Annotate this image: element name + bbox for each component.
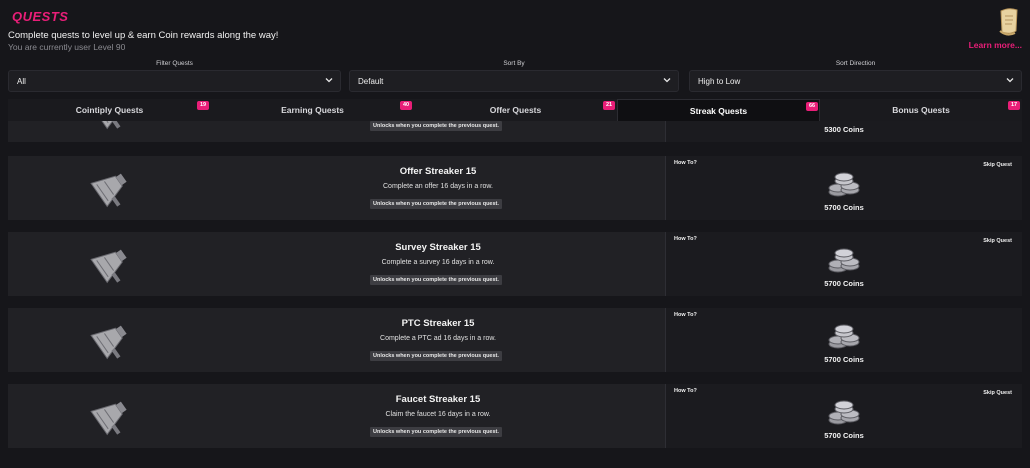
quest-title: PTC Streaker 15 [401,318,475,329]
sort-direction-select[interactable]: High to Low [689,70,1022,92]
quest-card: PTC Streaker 15 Complete a PTC ad 16 day… [8,308,1022,372]
sort-by-value: Default [358,77,384,86]
sort-by-select[interactable]: Default [349,70,679,92]
filter-quests-value: All [17,77,26,86]
user-level-text: You are currently user Level 90 [8,42,126,52]
tab-label: Streak Quests [689,106,748,116]
reward-amount: 5700 Coins [824,203,864,212]
quest-reward: 5300 Coins [666,121,1022,142]
coin-stack-icon [828,172,860,197]
page-subtitle: Complete quests to level up & earn Coin … [8,30,279,41]
locked-label: Unlocks when you complete the previous q… [370,427,502,437]
quest-tabs: Cointiply Quests 19 Earning Quests 40 Of… [8,99,1022,121]
quest-info: Survey Streaker 15 Complete a survey 16 … [8,232,665,296]
quest-reward: How To? Skip Quest 5700 Coins [666,232,1022,296]
reward-amount: 5700 Coins [824,431,864,440]
filter-quests-label: Filter Quests [156,60,193,67]
tab-streak-quests[interactable]: Streak Quests 66 [617,99,820,121]
quest-reward: How To? Skip Quest 5700 Coins [666,384,1022,448]
quest-card: Offer Streaker 15 Complete an offer 16 d… [8,156,1022,220]
reward-amount: 5700 Coins [824,279,864,288]
how-to-link[interactable]: How To? [674,312,697,318]
sort-direction-value: High to Low [698,77,741,86]
sort-direction-label: Sort Direction [835,60,876,67]
coin-stack-icon [828,400,860,425]
quest-info: Offer Streaker 15 Complete an offer 16 d… [8,156,665,220]
chevron-down-icon [1006,78,1014,83]
megaphone-icon [90,173,127,208]
quest-card: Unlocks when you complete the previous q… [8,121,1022,142]
chevron-down-icon [663,78,671,83]
quest-title: Survey Streaker 15 [395,242,481,253]
locked-label: Unlocks when you complete the previous q… [370,199,502,209]
filter-bar: Filter Quests All Sort By Default Sort D… [8,58,1022,94]
tab-label: Cointiply Quests [75,105,144,115]
megaphone-icon [90,325,127,360]
skip-quest-button[interactable]: Skip Quest [983,238,1012,244]
tab-bonus-quests[interactable]: Bonus Quests 17 [820,99,1022,121]
scroll-icon[interactable] [997,7,1021,37]
page-header: QUESTS Complete quests to level up & ear… [0,0,1030,56]
tab-count-badge: 21 [603,101,615,110]
filter-quests-select[interactable]: All [8,70,341,92]
tab-earning-quests[interactable]: Earning Quests 40 [211,99,414,121]
quest-list: Unlocks when you complete the previous q… [8,121,1022,468]
reward-amount: 5700 Coins [824,355,864,364]
sort-by-label: Sort By [503,60,525,67]
how-to-link[interactable]: How To? [674,236,697,242]
tab-label: Earning Quests [281,105,344,115]
skip-quest-button[interactable]: Skip Quest [983,390,1012,396]
quest-reward: How To? Skip Quest 5700 Coins [666,156,1022,220]
how-to-link[interactable]: How To? [674,388,697,394]
page-title: QUESTS [12,9,69,24]
filter-quests: Filter Quests All [8,58,341,94]
locked-label: Unlocks when you complete the previous q… [370,275,502,285]
tab-count-badge: 17 [1008,101,1020,110]
tab-cointiply-quests[interactable]: Cointiply Quests 19 [8,99,211,121]
quest-title: Offer Streaker 15 [399,166,477,177]
learn-more-link[interactable]: Learn more... [969,40,1022,50]
locked-label: Unlocks when you complete the previous q… [370,121,502,131]
tab-count-badge: 66 [806,102,818,111]
quest-info: Unlocks when you complete the previous q… [8,121,665,142]
quest-card: Survey Streaker 15 Complete a survey 16 … [8,232,1022,296]
tab-offer-quests[interactable]: Offer Quests 21 [414,99,617,121]
quest-reward: How To? 5700 Coins [666,308,1022,372]
coin-stack-icon [828,248,860,273]
quest-description: Complete a survey 16 days in a row. [381,259,495,266]
megaphone-icon [90,401,127,436]
quest-info: Faucet Streaker 15 Claim the faucet 16 d… [8,384,665,448]
tab-count-badge: 40 [400,101,412,110]
megaphone-icon [90,249,127,284]
chevron-down-icon [325,78,333,83]
coin-stack-icon [828,324,860,349]
quest-title: Faucet Streaker 15 [395,394,481,405]
skip-quest-button[interactable]: Skip Quest [983,162,1012,168]
quest-card: Faucet Streaker 15 Claim the faucet 16 d… [8,384,1022,448]
sort-by: Sort By Default [349,58,679,94]
tab-label: Bonus Quests [892,105,950,115]
tab-label: Offer Quests [489,105,542,115]
quest-info: PTC Streaker 15 Complete a PTC ad 16 day… [8,308,665,372]
tab-count-badge: 19 [197,101,209,110]
quest-description: Complete a PTC ad 16 days in a row. [380,335,496,342]
sort-direction: Sort Direction High to Low [689,58,1022,94]
quest-description: Complete an offer 16 days in a row. [383,183,493,190]
locked-label: Unlocks when you complete the previous q… [370,351,502,361]
reward-amount: 5300 Coins [824,125,864,134]
quest-description: Claim the faucet 16 days in a row. [385,411,491,418]
megaphone-icon [90,121,123,130]
how-to-link[interactable]: How To? [674,160,697,166]
